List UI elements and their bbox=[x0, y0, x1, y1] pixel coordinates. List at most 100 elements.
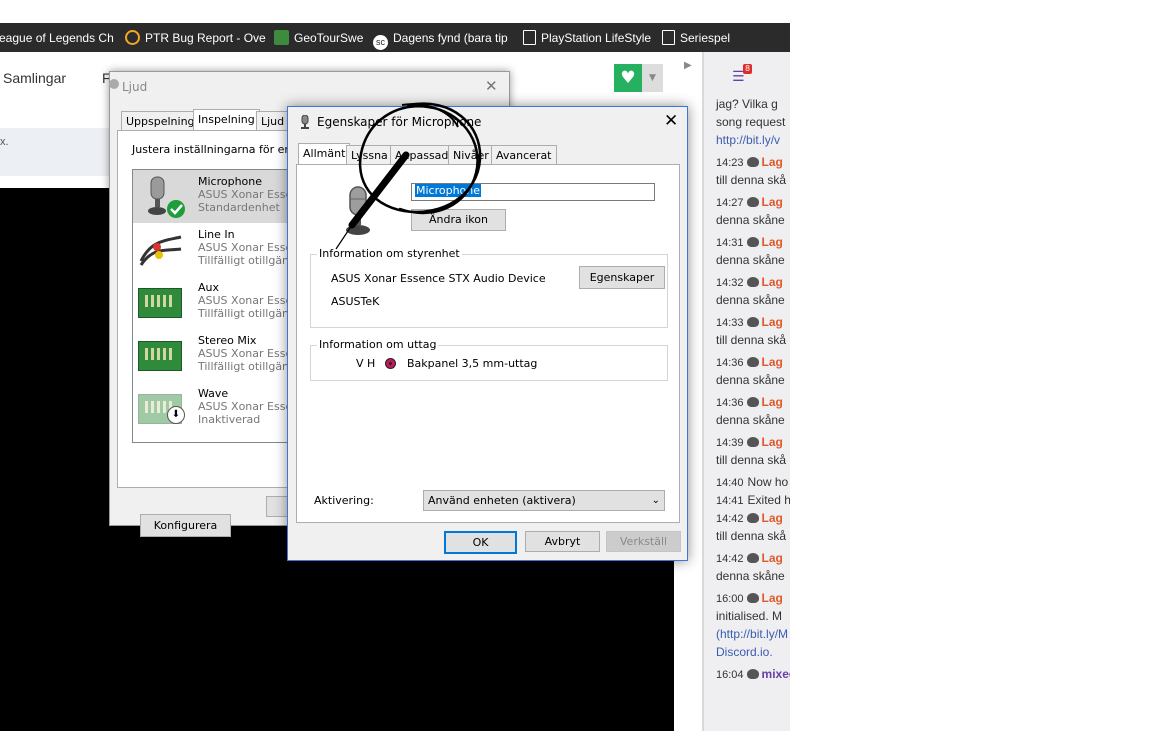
tab-allmant[interactable]: Allmänt bbox=[298, 143, 351, 165]
notification-badge: 8 bbox=[743, 64, 753, 74]
chat-username[interactable]: Lag bbox=[762, 395, 783, 409]
chat-username[interactable]: Lag bbox=[762, 315, 783, 329]
change-icon-button[interactable]: Ändra ikon bbox=[411, 209, 506, 231]
device-stereo-mix[interactable]: Stereo Mix ASUS Xonar Essen Tillfälligt … bbox=[133, 329, 293, 382]
device-driver: ASUS Xonar Essen bbox=[198, 294, 294, 307]
activation-select[interactable]: Använd enheten (aktivera) ⌄ bbox=[423, 490, 665, 511]
device-name: Microphone bbox=[198, 175, 263, 188]
chat-line: 14:40 Now ho bbox=[716, 474, 788, 491]
device-line-in[interactable]: Line In ASUS Xonar Essen Tillfälligt oti… bbox=[133, 223, 293, 276]
chat-line: 14:31 Lag bbox=[716, 234, 783, 251]
chat-line: 16:00 Lag bbox=[716, 590, 783, 607]
device-name: Aux bbox=[198, 281, 220, 294]
chat-username[interactable]: Lag bbox=[762, 591, 783, 605]
tab-lyssna[interactable]: Lyssna bbox=[346, 145, 393, 165]
chat-message-text: jag? Vilka g bbox=[716, 97, 778, 111]
tab-ljud[interactable]: Ljud bbox=[256, 111, 290, 131]
page-gray-text: x. bbox=[0, 136, 9, 148]
bookmark-lol[interactable]: eague of Legends Ch bbox=[0, 30, 114, 46]
follow-dropdown-button[interactable]: ▼ bbox=[642, 64, 663, 92]
chat-line: denna skåne bbox=[716, 212, 785, 228]
chat-line: http://bit.ly/v bbox=[716, 132, 780, 148]
bookmark-label: Seriespel bbox=[680, 31, 731, 45]
chat-username[interactable]: Lag bbox=[762, 355, 783, 369]
page-icon bbox=[662, 30, 675, 45]
device-status: Tillfälligt otillgäng bbox=[198, 360, 294, 373]
bookmark-label: GeoTourSwe bbox=[294, 31, 364, 45]
tab-anpassad[interactable]: Anpassad bbox=[390, 145, 454, 165]
properties-button[interactable]: Egenskaper bbox=[579, 266, 665, 289]
chat-link[interactable]: (http://bit.ly/M bbox=[716, 627, 788, 641]
device-list[interactable]: Microphone ASUS Xonar Essen Standardenhe… bbox=[132, 169, 294, 443]
chat-username[interactable]: Lag bbox=[762, 155, 783, 169]
chat-message-text: Exited h bbox=[747, 493, 790, 507]
device-aux[interactable]: Aux ASUS Xonar Essen Tillfälligt otillgä… bbox=[133, 276, 293, 329]
bookmark-ptr[interactable]: PTR Bug Report - Ove bbox=[125, 30, 266, 46]
controller-vendor: ASUSTeK bbox=[331, 295, 380, 308]
chat-username[interactable]: Lag bbox=[762, 275, 783, 289]
chat-timestamp: 14:36 bbox=[716, 397, 744, 409]
tab-inspelning[interactable]: Inspelning bbox=[193, 109, 260, 131]
jack-label: Bakpanel 3,5 mm-uttag bbox=[407, 357, 538, 370]
chat-username[interactable]: Lag bbox=[762, 551, 783, 565]
chat-line: denna skåne bbox=[716, 412, 785, 428]
chat-timestamp: 14:39 bbox=[716, 437, 744, 449]
bookmark-dagens[interactable]: sc Dagens fynd (bara tip bbox=[373, 30, 508, 50]
chat-message-text: till denna skå bbox=[716, 333, 787, 347]
chat-username[interactable]: Lag bbox=[762, 195, 783, 209]
chevron-down-icon: ⌄ bbox=[651, 495, 660, 506]
device-status: Standardenhet bbox=[198, 201, 280, 214]
close-icon[interactable]: ✕ bbox=[664, 111, 678, 131]
geotour-icon bbox=[274, 30, 289, 45]
bookmark-geotour[interactable]: GeoTourSwe bbox=[274, 30, 363, 46]
device-name: Wave bbox=[198, 387, 229, 400]
chat-line: till denna skå bbox=[716, 528, 786, 544]
chat-link[interactable]: Discord.io. bbox=[716, 645, 773, 659]
ok-button[interactable]: OK bbox=[444, 531, 517, 554]
device-wave[interactable]: ⬇ Wave ASUS Xonar Essen Inaktiverad bbox=[133, 382, 293, 435]
nav-samlingar[interactable]: Samlingar bbox=[3, 70, 66, 86]
chat-line: 16:04 mixega bbox=[716, 666, 790, 683]
chat-line: 14:36 Lag bbox=[716, 394, 783, 411]
chat-line: till denna skå bbox=[716, 172, 786, 188]
chat-message-text: till denna skå bbox=[716, 529, 787, 543]
chat-badge-icon bbox=[746, 157, 759, 167]
tab-uppspelning[interactable]: Uppspelning bbox=[121, 111, 200, 131]
configure-button[interactable]: Konfigurera bbox=[140, 514, 231, 537]
microphone-icon bbox=[342, 185, 374, 237]
device-microphone[interactable]: Microphone ASUS Xonar Essen Standardenhe… bbox=[133, 170, 293, 223]
chat-message-text: till denna skå bbox=[716, 453, 787, 467]
device-status: Tillfälligt otillgäng bbox=[198, 254, 294, 267]
jack-side: V H bbox=[356, 357, 376, 370]
apply-button[interactable]: Verkställ bbox=[606, 531, 681, 552]
collapse-arrow-icon[interactable]: ▶ bbox=[684, 60, 692, 71]
chat-message-text: song request bbox=[716, 115, 786, 129]
device-driver: ASUS Xonar Essen bbox=[198, 400, 294, 413]
device-name-input[interactable]: Microphone bbox=[411, 183, 655, 201]
group-title: Information om styrenhet bbox=[317, 247, 462, 260]
chat-line: till denna skå bbox=[716, 452, 786, 468]
device-driver: ASUS Xonar Essen bbox=[198, 188, 294, 201]
close-icon[interactable]: ✕ bbox=[485, 77, 498, 95]
cancel-button[interactable]: Avbryt bbox=[525, 531, 600, 552]
chat-username[interactable]: Lag bbox=[762, 511, 783, 525]
device-name: Line In bbox=[198, 228, 235, 241]
chat-message-text: Now ho bbox=[747, 475, 789, 489]
chat-line: 14:27 Lag bbox=[716, 194, 783, 211]
follow-heart-button[interactable]: ♥ bbox=[614, 64, 642, 92]
chat-link[interactable]: http://bit.ly/v bbox=[716, 133, 780, 147]
bookmark-pslifestyle[interactable]: PlayStation LifeStyle bbox=[523, 30, 651, 46]
tab-avancerat[interactable]: Avancerat bbox=[491, 145, 557, 165]
bookmark-seriespel[interactable]: Seriespel bbox=[662, 30, 730, 46]
chat-username[interactable]: Lag bbox=[762, 235, 783, 249]
chat-line: song request bbox=[716, 114, 785, 130]
chat-message-text: denna skåne bbox=[716, 569, 785, 583]
tab-nivaer[interactable]: Nivåer bbox=[448, 145, 494, 165]
speaker-icon bbox=[108, 78, 120, 90]
chat-badge-icon bbox=[746, 513, 759, 523]
chat-username[interactable]: mixega bbox=[762, 667, 790, 681]
microphone-icon bbox=[146, 175, 186, 219]
bookmarks-bar: eague of Legends Ch PTR Bug Report - Ove… bbox=[0, 23, 790, 52]
chat-username[interactable]: Lag bbox=[762, 435, 783, 449]
chat-badge-icon bbox=[746, 397, 759, 407]
